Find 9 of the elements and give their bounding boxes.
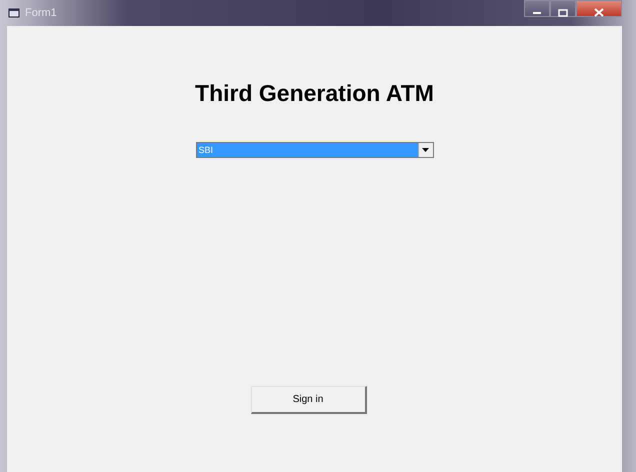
window-title: Form1 <box>25 6 57 21</box>
close-icon <box>594 8 604 18</box>
heading: Third Generation ATM <box>195 80 434 108</box>
maximize-button[interactable] <box>550 0 576 17</box>
sign-in-button[interactable]: Sign in <box>250 386 366 414</box>
close-button[interactable] <box>576 0 622 17</box>
form-icon <box>8 8 20 18</box>
minimize-button[interactable] <box>524 0 550 17</box>
maximize-icon <box>558 8 568 17</box>
